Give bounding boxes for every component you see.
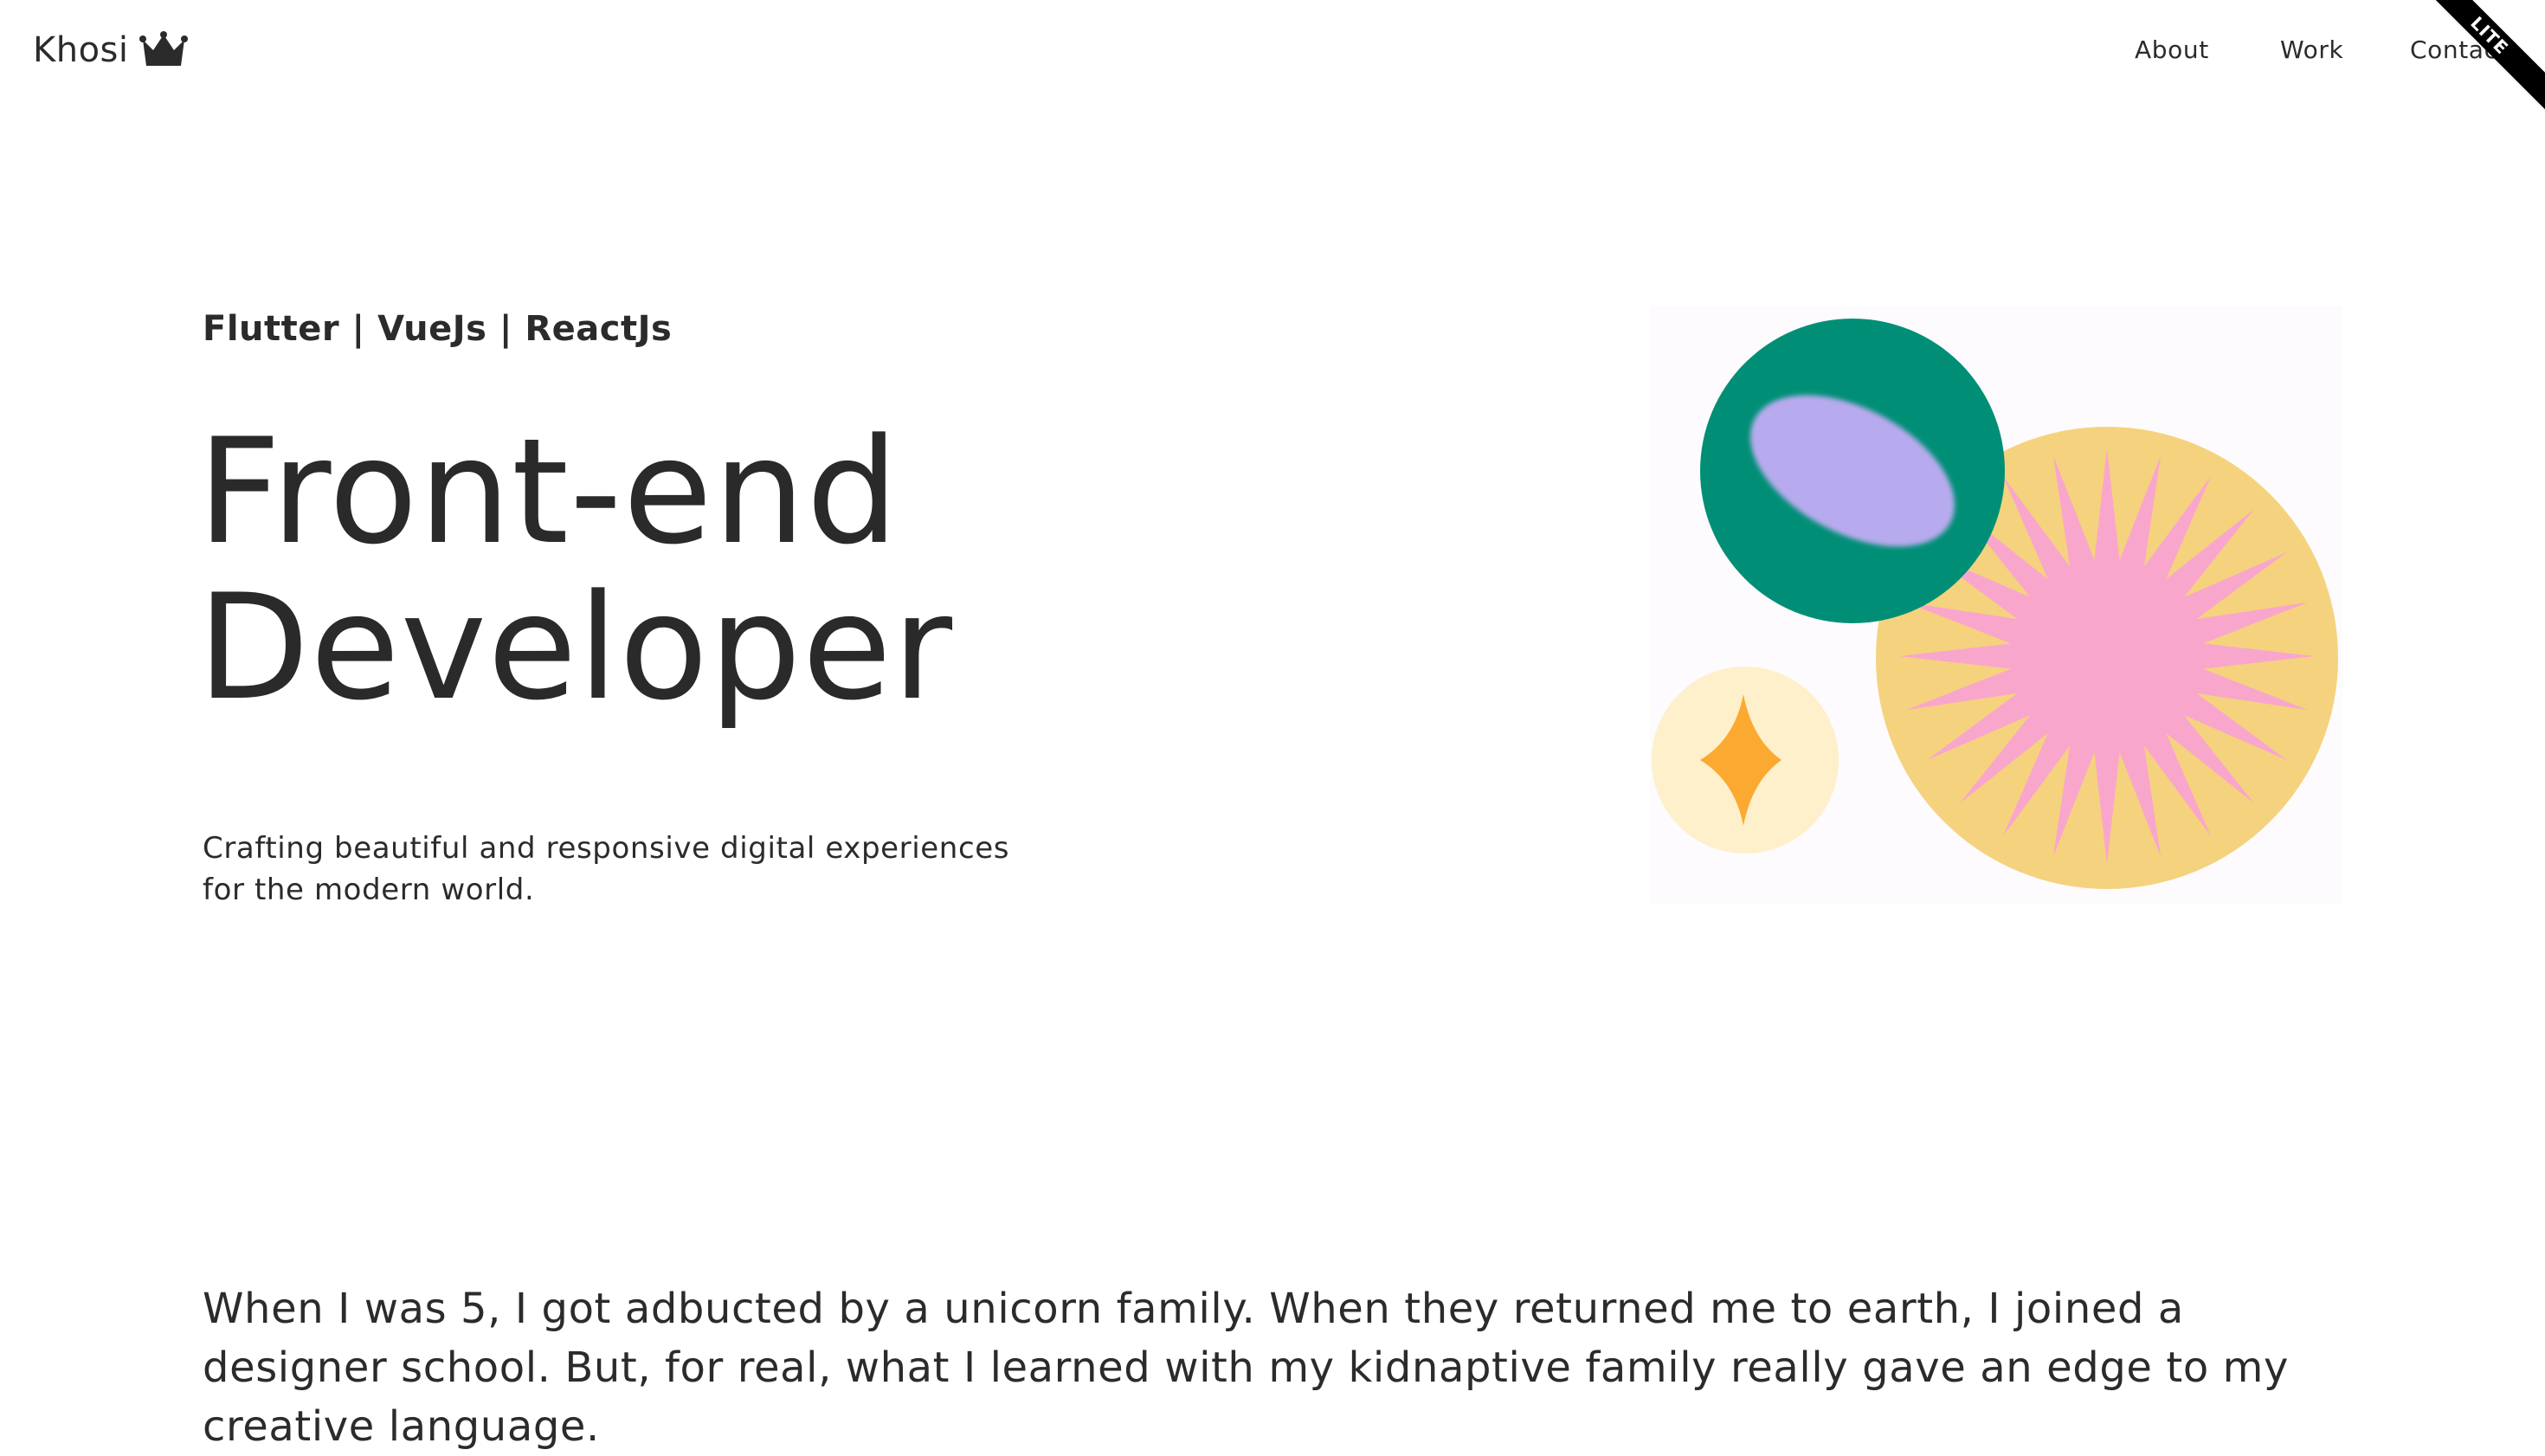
hero-subtitle: Crafting beautiful and responsive digita… <box>203 828 1051 911</box>
nav-about-link[interactable]: About <box>2135 33 2209 68</box>
nav-work-link[interactable]: Work <box>2280 33 2343 68</box>
hero-title-line-2: Developer <box>197 563 954 732</box>
tech-stack-tags: Flutter | VueJs | ReactJs <box>203 309 673 349</box>
hero-illustration <box>1650 306 2342 904</box>
hero-title-line-1: Front-end <box>197 407 900 577</box>
corner-ribbon: LITE <box>2424 0 2545 121</box>
hero-subtitle-line-1: Crafting beautiful and responsive digita… <box>203 831 1010 866</box>
ribbon-label: LITE <box>2424 0 2545 119</box>
about-paragraph: When I was 5, I got adbucted by a unicor… <box>203 1285 2290 1451</box>
brand-name: Khosi <box>33 30 129 70</box>
hero-subtitle-line-2: for the modern world. <box>203 873 535 907</box>
brand-logo[interactable]: Khosi <box>33 26 188 74</box>
hero-title: Front-end Developer <box>197 414 953 725</box>
crown-icon <box>139 31 188 69</box>
navbar: Khosi About Work Contact LITE <box>0 0 2545 119</box>
